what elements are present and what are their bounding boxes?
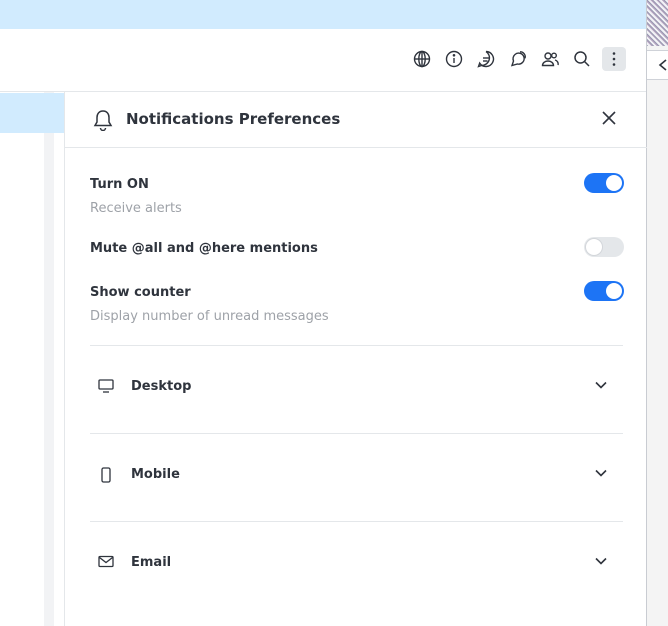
top-banner — [0, 0, 646, 29]
section-mobile[interactable]: Mobile — [90, 455, 623, 495]
show-counter-label: Show counter — [90, 285, 191, 300]
mail-icon — [98, 555, 114, 568]
kebab-menu-button[interactable] — [602, 47, 626, 71]
toggle-knob — [586, 239, 602, 255]
search-button[interactable] — [570, 47, 594, 71]
turn-on-description: Receive alerts — [90, 201, 182, 216]
threads-icon — [477, 50, 495, 68]
chevron-down-icon — [595, 381, 607, 389]
show-counter-toggle[interactable] — [584, 281, 624, 301]
arrow-left-icon — [658, 59, 667, 71]
toggle-knob — [606, 175, 622, 191]
toggle-knob — [606, 283, 622, 299]
section-label-email: Email — [131, 555, 172, 570]
info-icon — [445, 50, 463, 68]
discussions-button[interactable] — [506, 47, 530, 71]
room-header — [0, 29, 646, 92]
turn-on-toggle[interactable] — [584, 173, 624, 193]
globe-button[interactable] — [410, 47, 434, 71]
mobile-icon — [101, 467, 111, 483]
app-window: Notifications Preferences Turn ON Receiv… — [0, 0, 668, 626]
members-icon — [541, 52, 559, 67]
divider — [90, 433, 623, 434]
right-edge-strip — [646, 0, 668, 626]
chevron-down-icon — [595, 557, 607, 565]
turn-on-label: Turn ON — [90, 177, 149, 192]
section-label-mobile: Mobile — [131, 467, 180, 482]
globe-icon — [413, 50, 431, 68]
mute-mentions-toggle[interactable] — [584, 237, 624, 257]
close-icon[interactable] — [601, 110, 617, 126]
background-image — [647, 0, 668, 46]
section-desktop[interactable]: Desktop — [90, 367, 623, 407]
kebab-icon — [612, 52, 616, 66]
room-toolbar — [410, 47, 626, 71]
show-counter-description: Display number of unread messages — [90, 309, 329, 324]
section-label-desktop: Desktop — [131, 379, 192, 394]
collapse-button[interactable] — [647, 50, 668, 80]
members-button[interactable] — [538, 47, 562, 71]
section-email[interactable]: Email — [90, 543, 623, 583]
desktop-icon — [98, 379, 114, 393]
divider — [90, 521, 623, 522]
divider — [90, 345, 623, 346]
search-icon — [574, 51, 590, 67]
panel-title: Notifications Preferences — [126, 110, 341, 128]
room-info-button[interactable] — [442, 47, 466, 71]
panel-header: Notifications Preferences — [65, 92, 647, 148]
mute-mentions-label: Mute @all and @here mentions — [90, 241, 318, 256]
message-area — [0, 92, 54, 626]
notifications-preferences-panel: Notifications Preferences Turn ON Receiv… — [64, 92, 647, 626]
bell-icon — [93, 110, 113, 131]
threads-button[interactable] — [474, 47, 498, 71]
discussions-icon — [510, 51, 526, 67]
chevron-down-icon — [595, 469, 607, 477]
highlight-strip — [0, 93, 64, 133]
